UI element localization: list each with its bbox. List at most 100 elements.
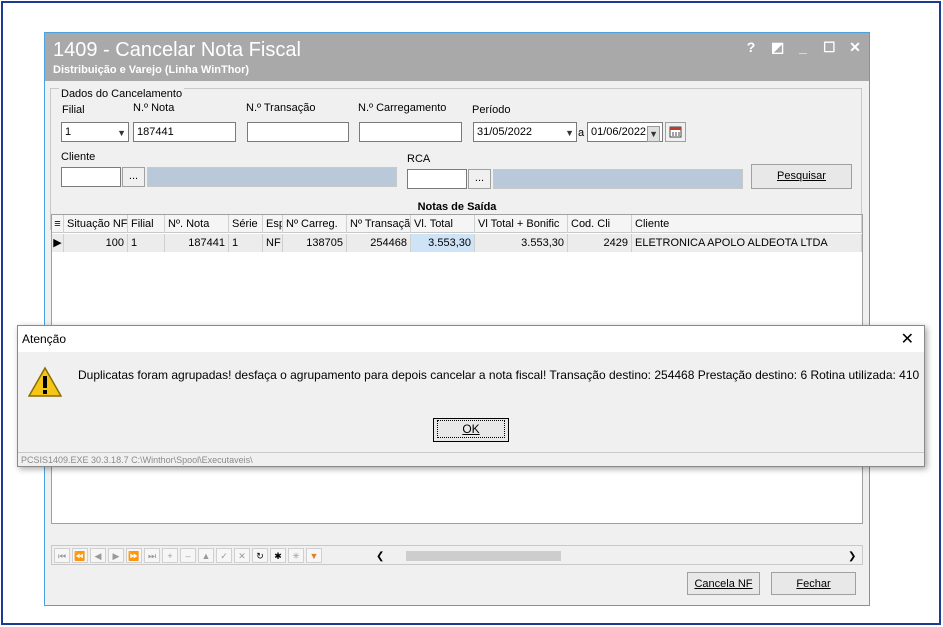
window-controls: ? ◩ _ ☐ ✕ [745,39,861,56]
pesquisar-label: Pesquisar [777,170,826,182]
column-header[interactable]: Situação NF [64,215,128,233]
fechar-button[interactable]: Fechar [771,572,856,595]
attention-dialog: Atenção ✕ Duplicatas foram agrupadas! de… [17,325,925,467]
first-record-icon[interactable]: ⏮ [54,548,70,563]
dialog-message: Duplicatas foram agrupadas! desfaça o ag… [78,368,920,382]
grid-title: Notas de Saída [417,201,497,213]
cell-vl-bonific[interactable]: 3.553,30 [475,234,568,252]
filter-icon[interactable]: ▼ [306,548,322,563]
column-header[interactable]: Cod. Cli [568,215,632,233]
cell-transacao[interactable]: 254468 [347,234,411,252]
column-header[interactable]: Nº Transação [347,215,411,233]
main-window: 1409 - Cancelar Nota Fiscal Distribuição… [44,32,870,606]
table-row[interactable]: ▶ 100 1 187441 1 NF 138705 254468 3.553,… [52,234,862,252]
chevron-down-icon[interactable]: ▼ [565,126,574,140]
periodo-label: Período [472,104,511,116]
cancel-edit-icon[interactable]: ✕ [234,548,250,563]
periodo-separator: a [578,127,585,139]
cell-nota[interactable]: 187441 [165,234,229,252]
horizontal-scrollbar[interactable]: ❮ ❯ [376,550,856,562]
fechar-label: Fechar [796,578,831,590]
column-header[interactable]: Série [229,215,263,233]
column-header[interactable]: Vl. Total [411,215,475,233]
transacao-label: N.º Transação [246,102,316,114]
ok-button[interactable]: OK [433,418,509,442]
cliente-label: Cliente [61,151,96,163]
post-edit-icon[interactable]: ✓ [216,548,232,563]
periodo-end-value: 01/06/2022 [591,126,647,138]
nota-input[interactable]: 187441 [133,122,236,142]
column-header[interactable]: Esp [263,215,283,233]
dialog-status-bar: PCSIS1409.EXE 30.3.18.7 C:\Winthor\Spool… [18,452,924,467]
dialog-titlebar: Atenção ✕ [18,326,924,352]
cancela-nf-button[interactable]: Cancela NF [687,572,760,595]
cell-cod-cli[interactable]: 2429 [568,234,632,252]
prev-page-icon[interactable]: ⏪ [72,548,88,563]
insert-record-icon[interactable]: + [162,548,178,563]
cell-esp[interactable]: NF [263,234,283,252]
cell-cliente[interactable]: ELETRONICA APOLO ALDEOTA LTDA [632,234,862,252]
transacao-input[interactable] [247,122,349,142]
cell-carreg[interactable]: 138705 [283,234,347,252]
filter-group-label: Dados do Cancelamento [59,88,185,100]
rca-name-field [493,169,743,189]
column-header[interactable]: Cliente [632,215,862,233]
carregamento-input[interactable] [359,122,462,142]
maximize-icon[interactable]: ☐ [823,39,836,56]
cell-situacao[interactable]: 100 [64,234,128,252]
chevron-down-icon[interactable]: ▼ [647,126,660,142]
nota-label: N.º Nota [133,102,175,114]
grid-header: ≡ Situação NF Filial Nº. Nota Série Esp … [52,215,862,233]
pesquisar-button[interactable]: Pesquisar [751,164,852,189]
calendar-button[interactable] [665,122,686,142]
scroll-thumb[interactable] [406,551,561,561]
rca-search-button[interactable]: ... [468,169,491,189]
cliente-code-input[interactable] [61,167,121,187]
chevron-down-icon[interactable]: ▼ [117,126,126,140]
ok-label: OK [437,420,505,438]
column-header[interactable]: Nº. Nota [165,215,229,233]
last-record-icon[interactable]: ⏭ [144,548,160,563]
cell-serie[interactable]: 1 [229,234,263,252]
scroll-right-icon[interactable]: ❯ [848,551,856,562]
window-subtitle: Distribuição e Varejo (Linha WinThor) [53,64,250,76]
filial-combo[interactable]: 1 ▼ [61,122,129,142]
delete-record-icon[interactable]: – [180,548,196,563]
column-header[interactable]: Filial [128,215,165,233]
cliente-search-button[interactable]: ... [122,167,145,187]
filial-label: Filial [62,104,85,116]
calendar-icon [669,126,682,138]
cell-filial[interactable]: 1 [128,234,165,252]
next-record-icon[interactable]: ▶ [108,548,124,563]
row-indicator-icon: ▶ [52,234,64,252]
edit-record-icon[interactable]: ▲ [198,548,214,563]
close-icon[interactable]: ✕ [849,39,861,56]
column-chooser-icon[interactable]: ≡ [52,215,64,233]
refresh-icon[interactable]: ↻ [252,548,268,563]
rca-code-input[interactable] [407,169,467,189]
window-title: 1409 - Cancelar Nota Fiscal [53,39,301,61]
periodo-start-combo[interactable]: 31/05/2022 ▼ [473,122,577,142]
next-page-icon[interactable]: ⏩ [126,548,142,563]
prev-record-icon[interactable]: ◀ [90,548,106,563]
title-bar: 1409 - Cancelar Nota Fiscal Distribuição… [45,33,869,81]
dialog-title: Atenção [22,332,67,346]
bookmark-icon[interactable]: ✱ [270,548,286,563]
help-icon[interactable]: ? [745,39,757,56]
close-icon[interactable]: ✕ [901,329,914,349]
carregamento-label: N.º Carregamento [358,102,447,114]
periodo-start-value: 31/05/2022 [477,126,533,138]
warning-icon [28,366,62,397]
column-header[interactable]: Nº Carreg. [283,215,347,233]
minimize-icon[interactable]: _ [797,39,809,56]
rca-label: RCA [407,153,431,165]
cell-vl-total[interactable]: 3.553,30 [411,234,475,252]
cliente-name-field [147,167,397,187]
column-header[interactable]: Vl Total + Bonific [475,215,568,233]
grid-navigator: ⏮ ⏪ ◀ ▶ ⏩ ⏭ + – ▲ ✓ ✕ ↻ ✱ ✳ ▼ ❮ ❯ [51,545,863,565]
cancela-nf-label: Cancela NF [694,578,753,590]
scroll-left-icon[interactable]: ❮ [376,551,384,562]
periodo-end-combo[interactable]: 01/06/2022 ▼ [587,122,663,142]
goto-bookmark-icon[interactable]: ✳ [288,548,304,563]
restore-icon[interactable]: ◩ [771,39,784,56]
